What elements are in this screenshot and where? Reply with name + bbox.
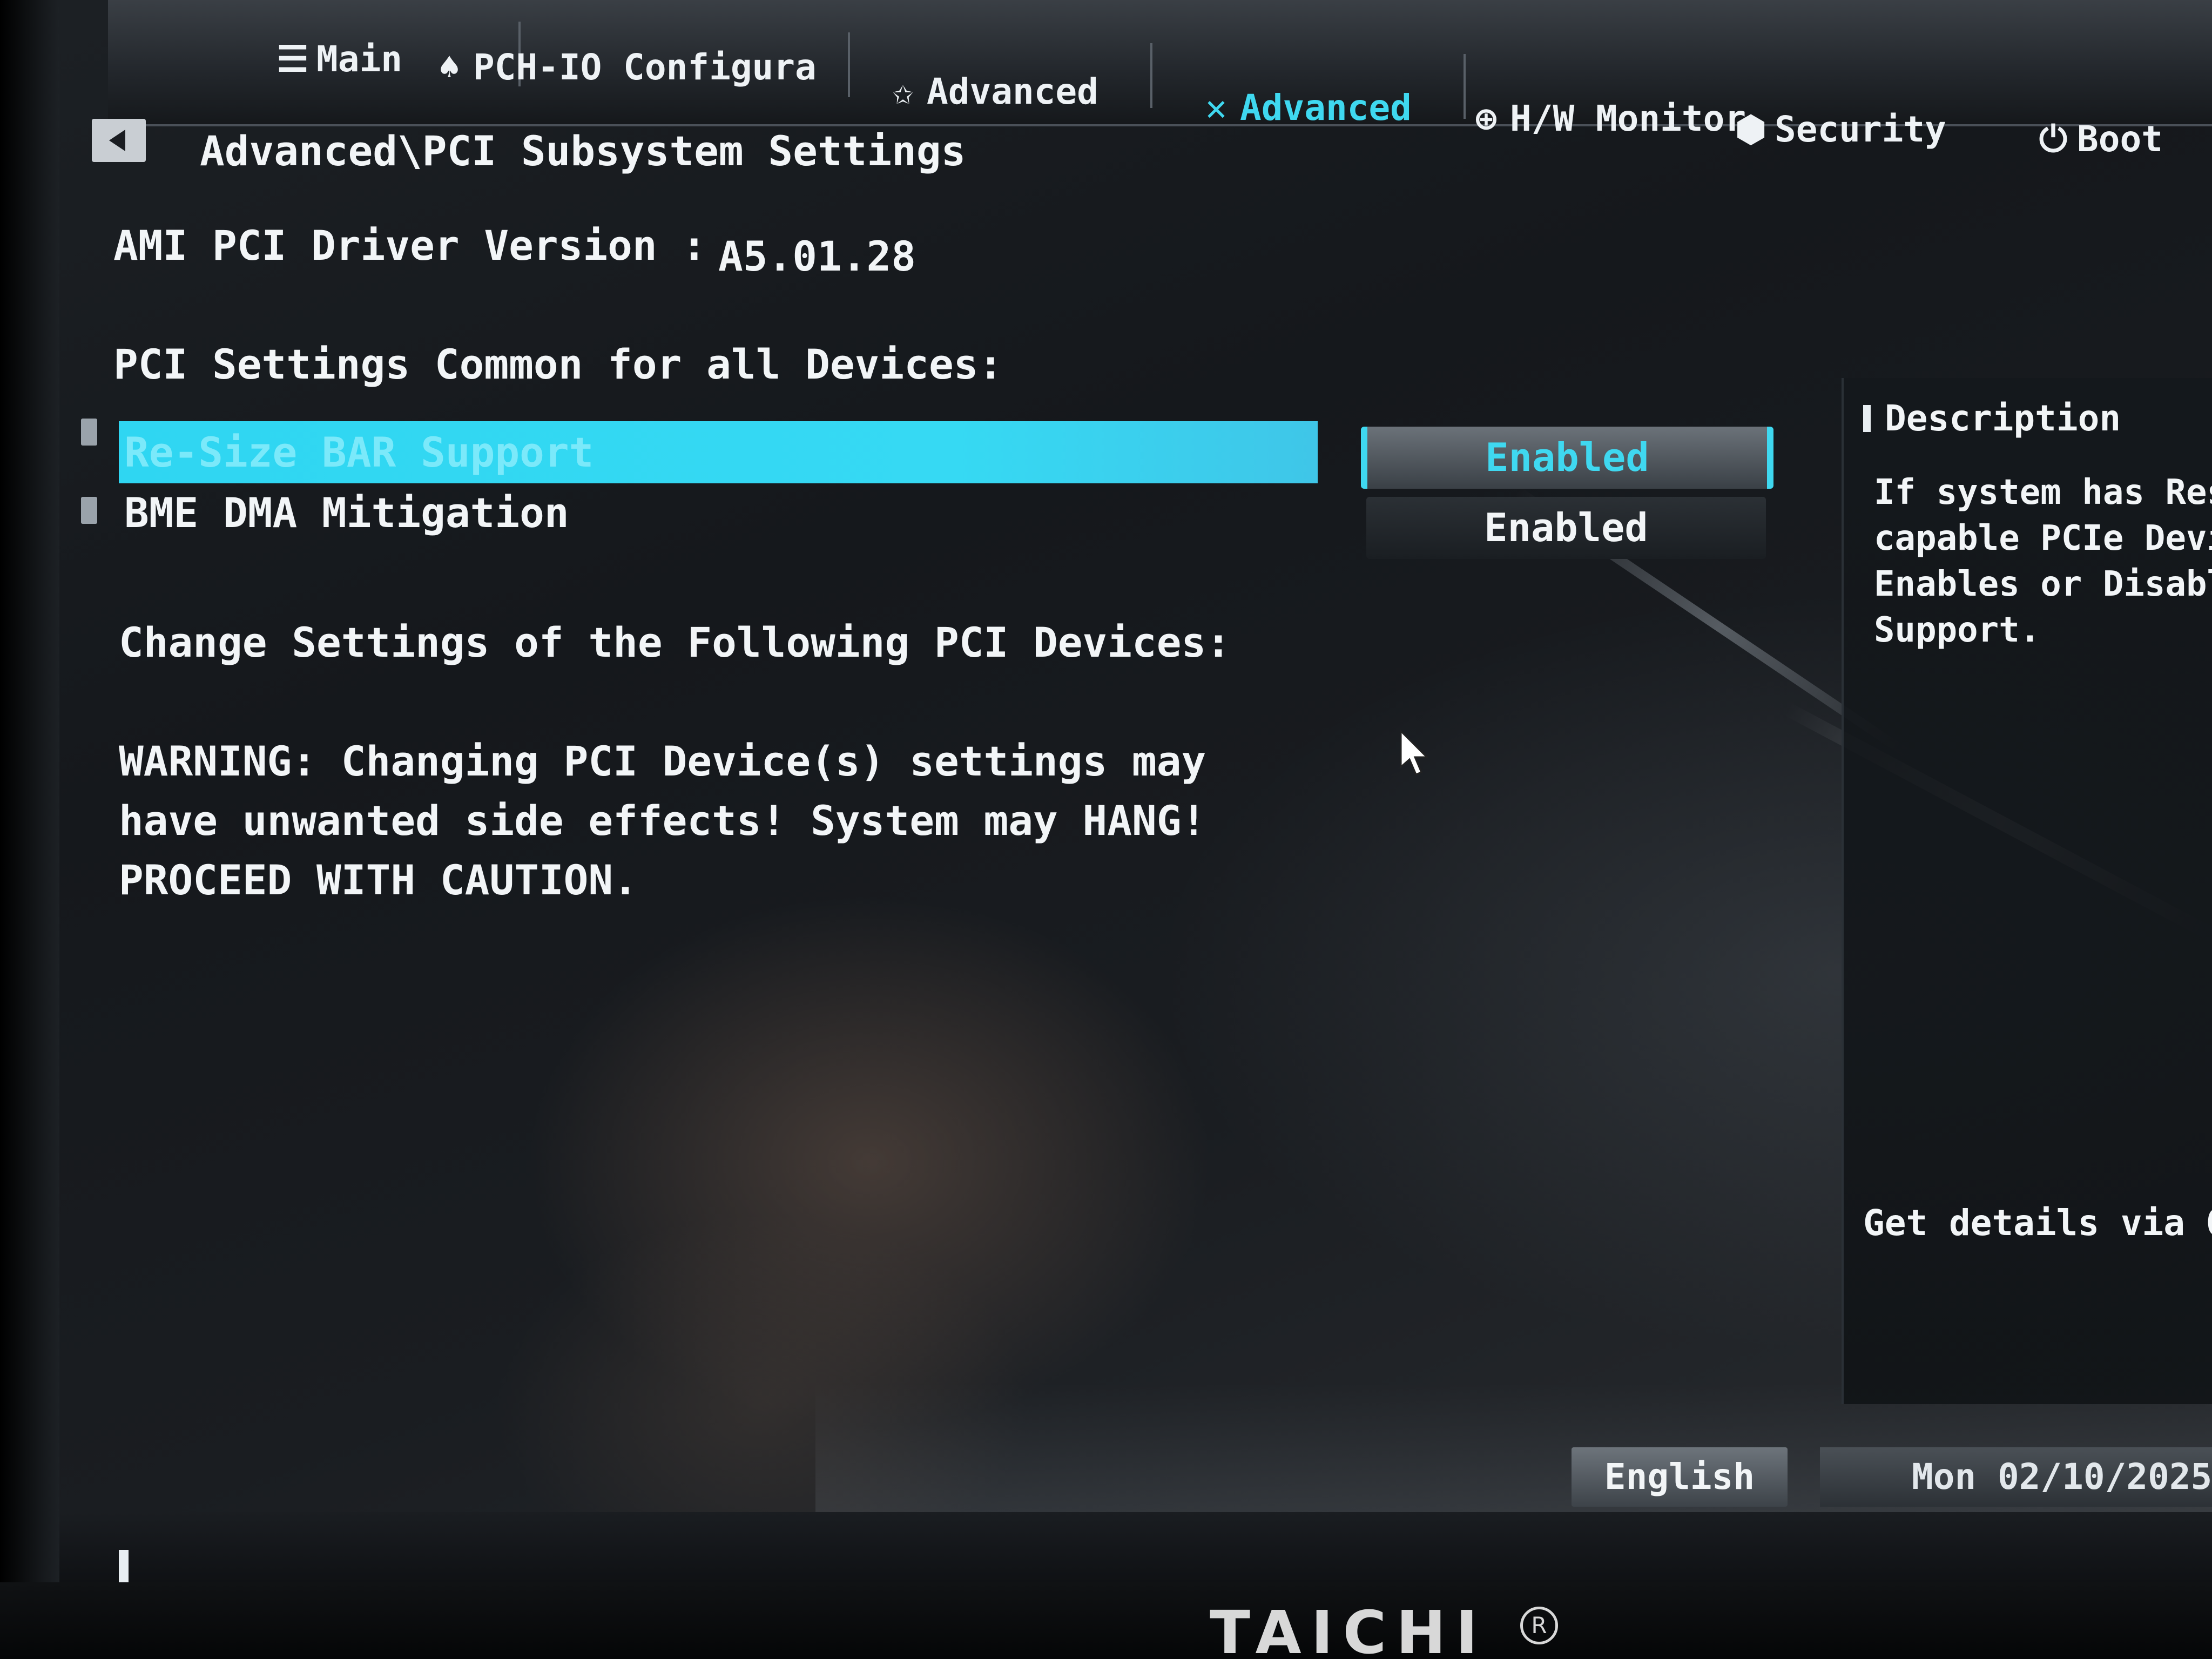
back-arrow-icon xyxy=(109,130,125,151)
back-button[interactable] xyxy=(92,119,146,162)
description-line: capable PCIe Device xyxy=(1874,518,2212,558)
tab-boot[interactable]: ⏻ Boot xyxy=(2036,118,2163,161)
star-icon: ✩ xyxy=(892,71,914,112)
power-icon: ⏻ xyxy=(2039,118,2068,160)
setting-label-resize-bar: Re-Size BAR Support xyxy=(124,428,594,476)
shield-icon: ⬢ xyxy=(1735,109,1766,150)
monitor-bezel-bottom xyxy=(0,1582,2212,1659)
row-info-marker xyxy=(81,419,97,446)
status-indicator xyxy=(119,1550,129,1582)
status-bar xyxy=(59,1512,2212,1582)
row-info-marker xyxy=(81,497,97,524)
tab-security[interactable]: ⬢ Security xyxy=(1734,108,1946,151)
tab-hw-monitor[interactable]: ⊕ H/W Monitor xyxy=(1469,97,1746,140)
description-line: If system has Resiz xyxy=(1874,473,2212,512)
description-title: Description xyxy=(1885,397,2121,439)
mouse-cursor-icon xyxy=(1400,729,1429,775)
warning-line: have unwanted side effects! System may H… xyxy=(119,797,1206,845)
registered-mark: R xyxy=(1520,1607,1558,1644)
monitor-gauge-icon: ⊕ xyxy=(1475,98,1497,139)
tab-separator xyxy=(848,32,850,97)
setting-label-bme-dma[interactable]: BME DMA Mitigation xyxy=(124,489,934,540)
language-button[interactable]: English xyxy=(1572,1447,1788,1507)
warning-line: PROCEED WITH CAUTION. xyxy=(119,856,638,904)
tab-separator xyxy=(1150,43,1152,108)
datetime-display: Mon 02/10/2025, xyxy=(1820,1447,2212,1507)
tab-advanced-favorites[interactable]: ✩ Advanced xyxy=(886,70,1098,113)
breadcrumb: Advanced\PCI Subsystem Settings xyxy=(200,127,966,175)
driver-version-label: AMI PCI Driver Version : xyxy=(113,221,707,269)
list-icon: ☰ xyxy=(276,38,309,80)
flame-icon: ♠ xyxy=(439,46,460,88)
warning-line: WARNING: Changing PCI Device(s) settings… xyxy=(119,737,1206,785)
bios-screen: ☰ Main ♠ PCH-IO Configura ✩ Advanced ✕ Advan… xyxy=(59,0,2212,1582)
tab-bar: ☰ Main ♠ PCH-IO Configura ✩ Advanced ✕ Advan… xyxy=(108,0,2212,139)
description-line: Enables or Disables xyxy=(1874,564,2212,604)
section-common-heading: PCI Settings Common for all Devices: xyxy=(113,340,1003,388)
qr-details-text: Get details via QR c xyxy=(1863,1202,2212,1244)
section-devices-heading: Change Settings of the Following PCI Dev… xyxy=(119,618,1231,666)
tab-separator xyxy=(1464,54,1466,119)
tab-pch-io[interactable]: ♠ PCH-IO Configura xyxy=(432,46,817,89)
setting-value-resize-bar[interactable]: Enabled xyxy=(1361,427,1773,489)
brand-logo: TAICHI xyxy=(1210,1607,1488,1659)
tab-advanced[interactable]: ✕ Advanced xyxy=(1199,86,1412,130)
driver-version-value: A5.01.28 xyxy=(718,232,916,280)
monitor-bezel-left xyxy=(0,0,59,1659)
tab-main[interactable]: ☰ Main xyxy=(275,38,402,81)
setting-value-bme-dma[interactable]: Enabled xyxy=(1366,497,1766,559)
description-line: Support. xyxy=(1874,610,2041,650)
tools-icon: ✕ xyxy=(1205,87,1227,129)
